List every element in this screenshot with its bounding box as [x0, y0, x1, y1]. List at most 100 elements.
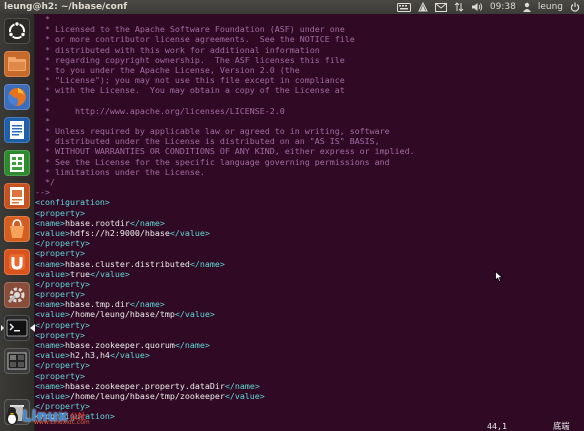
calc-icon[interactable] [4, 150, 30, 176]
firefox-icon[interactable] [4, 84, 30, 110]
launcher [0, 14, 35, 431]
code-line: <name>hbase.zookeeper.property.dataDir</… [35, 381, 584, 391]
xml-tag: </value> [224, 390, 265, 401]
code-line: * [35, 95, 50, 106]
code-line: </property> [35, 319, 90, 330]
network-icon[interactable] [418, 2, 428, 12]
xml-value: hbase.cluster.distributed [64, 258, 190, 269]
clock[interactable]: 09:38 [490, 0, 516, 14]
watermark-url: www.Linuxidc.com [34, 419, 90, 426]
cursor-position: 44,1 [487, 421, 507, 431]
code-line: </configuration> [35, 411, 115, 421]
code-line: <property> [35, 329, 85, 340]
impress-icon[interactable] [4, 183, 30, 209]
xml-tag: </value> [174, 309, 215, 320]
code-line: <value>/home/leung/hbase/tmp</value> [35, 309, 584, 319]
xml-value: hbase.rootdir [64, 217, 130, 228]
code-line: </property> [35, 360, 90, 371]
xml-value: /home/leung/hbase/tmp/zookeeper [69, 390, 225, 401]
xml-tag: <name> [35, 340, 65, 350]
xml-tag: <name> [35, 217, 65, 228]
penguin-icon [6, 407, 18, 425]
files-icon[interactable] [4, 51, 30, 77]
code-line: <property> [35, 289, 85, 300]
code-line: * distributed under the License is distr… [35, 136, 380, 147]
code-line: * http://www.apache.org/licenses/LICENSE… [35, 105, 285, 116]
system-tray: 09:38 leung [396, 0, 580, 14]
code-line: <property> [35, 370, 85, 381]
code-line: <name>hbase.zookeeper.quorum</name> [35, 340, 584, 350]
xml-tag: </name> [224, 380, 260, 391]
power-icon[interactable] [570, 2, 580, 12]
workspace-switcher-icon[interactable] [4, 348, 30, 374]
code-line: <configuration> [35, 197, 110, 208]
xml-value: hdfs://h2:9000/hbase [69, 227, 170, 238]
xml-tag: </value> [109, 350, 150, 361]
software-center-icon[interactable] [4, 216, 30, 242]
user-icon [522, 2, 531, 12]
mail-icon[interactable] [434, 2, 447, 12]
xml-value: hbase.tmp.dir [64, 299, 130, 310]
code-line: * with the License. You may obtain a cop… [35, 85, 345, 96]
xml-tag: </value> [89, 268, 130, 279]
xml-tag: <name> [35, 299, 65, 310]
code-line: <name>hbase.tmp.dir</name> [35, 299, 584, 309]
code-line: * See the License for the specific langu… [35, 156, 390, 167]
xml-tag: <value> [35, 390, 70, 401]
scroll-position: 底端 [553, 421, 570, 431]
terminal-content[interactable]: * * Licensed to the Apache Software Foun… [35, 14, 584, 421]
watermark-logo: Linux 公社 www.Linuxidc.com [4, 404, 90, 428]
code-line: <value>/home/leung/hbase/tmp/zookeeper</… [35, 391, 584, 401]
mouse-pointer-icon [495, 267, 504, 286]
code-line: <name>hbase.rootdir</name> [35, 218, 584, 228]
xml-tag: <value> [35, 268, 70, 279]
code-line: */ [35, 177, 55, 187]
xml-tag: <value> [35, 227, 70, 238]
xml-tag: <value> [35, 309, 70, 320]
code-line: --> [35, 187, 50, 198]
code-line: <property> [35, 207, 85, 218]
xml-tag: </name> [189, 258, 225, 269]
code-line: * distributed with this work for additio… [35, 44, 320, 55]
volume-icon[interactable] [471, 2, 483, 12]
code-line: * "License"); you may not use this file … [35, 75, 345, 86]
code-line: * to you under the Apache License, Versi… [35, 64, 300, 75]
code-line: <value>h2,h3,h4</value> [35, 350, 584, 360]
code-line: * [35, 14, 50, 24]
terminal-icon[interactable] [4, 315, 30, 341]
window-title: leung@h2: ~/hbase/conf [4, 2, 128, 12]
code-line: * Licensed to the Apache Software Founda… [35, 24, 345, 35]
xml-value: hbase.zookeeper.property.dataDir [64, 380, 225, 391]
code-line: * WITHOUT WARRANTIES OR CONDITIONS OF AN… [35, 146, 415, 157]
xml-value: hbase.zookeeper.quorum [64, 340, 175, 350]
system-settings-icon[interactable] [4, 282, 30, 308]
xml-tag: </name> [129, 299, 165, 310]
code-line: * or more contributor license agreements… [35, 34, 355, 45]
xml-value: true [69, 268, 90, 279]
code-line: </property> [35, 401, 90, 412]
code-line: * Unless required by applicable law or a… [35, 126, 390, 137]
code-line: * limitations under the License. [35, 166, 205, 177]
ubuntu-one-icon[interactable] [4, 249, 30, 275]
xml-tag: <value> [35, 350, 70, 361]
xml-tag: <name> [35, 258, 65, 269]
top-panel: leung@h2: ~/hbase/conf 09:38 leung [0, 0, 584, 14]
xml-tag: </value> [169, 227, 210, 238]
writer-icon[interactable] [4, 117, 30, 143]
dash-home-icon[interactable] [4, 18, 30, 44]
xml-tag: </name> [129, 217, 165, 228]
code-line: </property> [35, 238, 90, 249]
xml-tag: </name> [174, 340, 210, 350]
transfer-icon[interactable] [454, 2, 464, 12]
code-line: <property> [35, 248, 85, 259]
code-line: * regarding copyright ownership. The ASF… [35, 54, 345, 65]
vim-status-line: 44,1 底端 [35, 421, 584, 431]
xml-value: h2,h3,h4 [69, 350, 110, 361]
xml-value: /home/leung/hbase/tmp [69, 309, 175, 320]
user-name[interactable]: leung [538, 0, 563, 14]
keyboard-icon[interactable] [396, 2, 411, 12]
xml-tag: <name> [35, 380, 65, 391]
code-line: * [35, 115, 50, 126]
running-indicator [1, 325, 4, 331]
code-line: <value>hdfs://h2:9000/hbase</value> [35, 228, 584, 238]
